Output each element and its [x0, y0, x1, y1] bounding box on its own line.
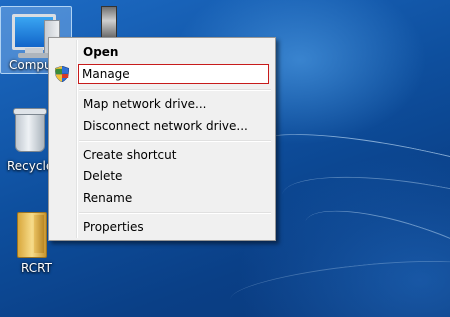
menu-item-label: Properties — [83, 220, 144, 234]
wallpaper-light-streak — [295, 192, 450, 317]
menu-item-manage[interactable]: Manage — [78, 64, 269, 84]
menu-item-rename[interactable]: Rename — [51, 188, 273, 208]
folder-icon — [17, 212, 47, 258]
menu-item-label: Manage — [82, 67, 130, 81]
context-menu: Open Manage Map network drive... Disconn… — [48, 37, 276, 241]
menu-item-label: Rename — [83, 191, 133, 205]
menu-item-delete[interactable]: Delete — [51, 166, 273, 186]
uac-shield-icon — [55, 66, 69, 82]
menu-item-disconnect-network-drive[interactable]: Disconnect network drive... — [51, 116, 273, 136]
menu-item-label: Open — [83, 45, 119, 59]
desktop-icon-label: RCRT — [21, 261, 52, 275]
desktop-background[interactable]: Compu Recycle RCRT Open Manage Map netwo… — [0, 0, 450, 317]
menu-item-label: Delete — [83, 169, 123, 183]
recycle-bin-icon — [13, 108, 47, 152]
menu-item-map-network-drive[interactable]: Map network drive... — [51, 94, 273, 114]
menu-separator — [79, 212, 271, 214]
wallpaper-light-streak — [247, 115, 450, 246]
menu-item-label: Create shortcut — [83, 148, 177, 162]
wallpaper-light-streak — [228, 251, 450, 317]
menu-separator — [79, 140, 271, 142]
menu-item-open[interactable]: Open — [51, 42, 273, 62]
menu-item-properties[interactable]: Properties — [51, 217, 273, 237]
desktop-icon-label: Recycle — [7, 159, 54, 173]
menu-item-label: Map network drive... — [83, 97, 207, 111]
wallpaper-light-streak — [276, 159, 450, 282]
menu-separator — [79, 89, 271, 91]
desktop-icon-label: Compu — [9, 58, 52, 72]
menu-item-create-shortcut[interactable]: Create shortcut — [51, 145, 273, 165]
menu-item-label: Disconnect network drive... — [83, 119, 248, 133]
